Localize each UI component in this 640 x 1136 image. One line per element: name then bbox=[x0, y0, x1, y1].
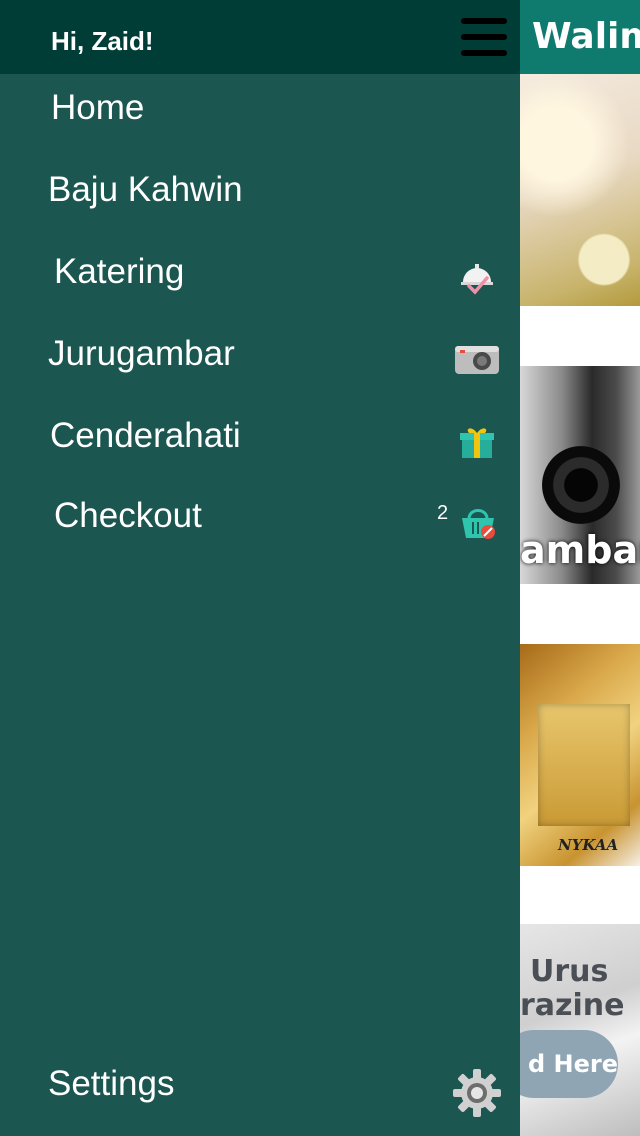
menu-item-label: Checkout bbox=[54, 496, 202, 535]
jurugambar-banner[interactable]: ambar bbox=[520, 366, 640, 584]
menu-item-cenderahati[interactable]: Cenderahati bbox=[0, 398, 520, 480]
menu-item-checkout[interactable]: Checkout 2 bbox=[0, 478, 520, 560]
menu-item-label: Home bbox=[51, 88, 145, 127]
menu-item-label: Cenderahati bbox=[50, 416, 241, 455]
app-title: Walim bbox=[532, 16, 640, 57]
menu-item-label: Katering bbox=[54, 252, 185, 291]
banner-line-2: razine bbox=[520, 988, 625, 1023]
menu-item-label: Settings bbox=[48, 1064, 175, 1103]
menu-item-label: Jurugambar bbox=[48, 334, 235, 373]
banner-line-1: Urus bbox=[530, 954, 609, 989]
magazine-banner[interactable]: Urus razine d Here bbox=[520, 924, 640, 1136]
camera-lens-image bbox=[542, 446, 620, 524]
menu-item-katering[interactable]: Katering bbox=[0, 234, 520, 316]
gift-box-image bbox=[538, 704, 630, 826]
menu-item-label: Baju Kahwin bbox=[48, 170, 243, 209]
user-greeting: Hi, Zaid! bbox=[51, 26, 154, 56]
cart-count-badge: 2 bbox=[437, 502, 449, 524]
cenderahati-banner[interactable]: NYKAA bbox=[520, 644, 640, 866]
gift-icon bbox=[460, 424, 494, 464]
camera-icon bbox=[455, 344, 499, 378]
cloche-icon bbox=[460, 260, 494, 300]
banner-cta-button[interactable]: d Here bbox=[520, 1030, 618, 1098]
basket-icon bbox=[460, 506, 496, 544]
drawer-header: Hi, Zaid! bbox=[0, 0, 520, 74]
baju-kahwin-banner[interactable] bbox=[520, 74, 640, 306]
navigation-drawer: Hi, Zaid! Home Baju Kahwin Katering Juru… bbox=[0, 0, 520, 1136]
menu-item-settings[interactable]: Settings bbox=[0, 1046, 520, 1128]
hamburger-icon[interactable] bbox=[461, 18, 507, 56]
menu-item-home[interactable]: Home bbox=[0, 70, 520, 152]
brand-logo: NYKAA bbox=[558, 836, 619, 854]
menu-item-jurugambar[interactable]: Jurugambar bbox=[0, 316, 520, 398]
gear-icon bbox=[452, 1068, 502, 1122]
menu-item-baju-kahwin[interactable]: Baju Kahwin bbox=[0, 152, 520, 234]
banner-caption: ambar bbox=[520, 528, 640, 572]
